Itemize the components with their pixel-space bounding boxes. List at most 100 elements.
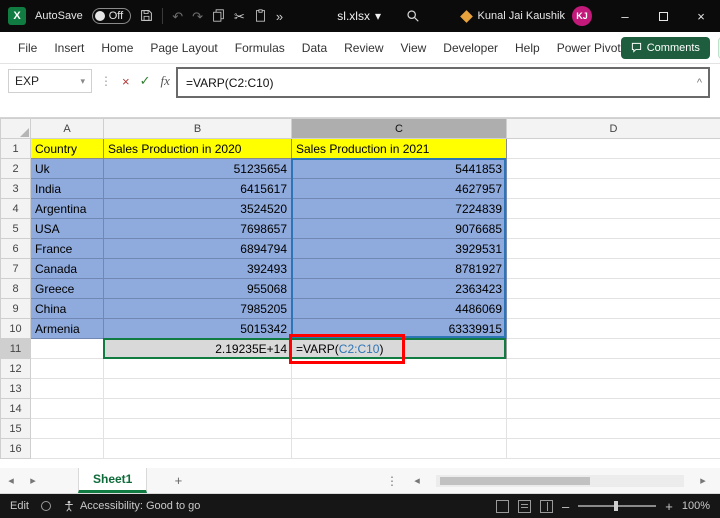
tab-power-pivot[interactable]: Power Pivot xyxy=(557,41,621,55)
cell[interactable] xyxy=(291,418,507,439)
macro-record-icon[interactable] xyxy=(40,501,51,511)
row-header[interactable]: 9 xyxy=(0,298,31,319)
row-header[interactable]: 15 xyxy=(0,418,31,439)
accessibility-status[interactable]: Accessibility: Good to go xyxy=(63,500,200,512)
horizontal-scrollbar[interactable] xyxy=(436,474,684,487)
cell-sales-2021[interactable]: 4627957 xyxy=(291,178,507,199)
insert-function-button[interactable]: fx xyxy=(161,73,170,89)
copy-icon[interactable] xyxy=(212,8,225,24)
cell[interactable] xyxy=(506,198,720,219)
cell[interactable] xyxy=(506,358,720,379)
enter-entry-button[interactable]: ✓ xyxy=(140,73,151,89)
cell[interactable] xyxy=(103,398,292,419)
row-header[interactable]: 12 xyxy=(0,358,31,379)
cell[interactable] xyxy=(506,138,720,159)
cell[interactable] xyxy=(506,158,720,179)
tab-review[interactable]: Review xyxy=(344,41,383,55)
tab-formulas[interactable]: Formulas xyxy=(235,41,285,55)
cut-icon[interactable]: ✂ xyxy=(234,10,245,23)
tab-data[interactable]: Data xyxy=(302,41,327,55)
cell-country[interactable]: USA xyxy=(30,218,104,239)
document-title[interactable]: sl.xlsx ▾ xyxy=(337,9,381,23)
cell-sales-2020[interactable]: 392493 xyxy=(103,258,292,279)
cell-country[interactable]: China xyxy=(30,298,104,319)
cell-sales-2020-header[interactable]: Sales Production in 2020 xyxy=(103,138,292,159)
cell-sales-2020[interactable]: 6894794 xyxy=(103,238,292,259)
cell-country[interactable]: Armenia xyxy=(30,318,104,339)
cell-sales-2021[interactable]: 7224839 xyxy=(291,198,507,219)
cell[interactable] xyxy=(506,218,720,239)
zoom-in-button[interactable]: + xyxy=(665,499,673,514)
tab-page-layout[interactable]: Page Layout xyxy=(150,41,217,55)
cell-sales-2021[interactable]: 3929531 xyxy=(291,238,507,259)
cell-sales-2020[interactable]: 955068 xyxy=(103,278,292,299)
cell-sales-2021[interactable]: 9076685 xyxy=(291,218,507,239)
cell-sales-2020[interactable]: 7698657 xyxy=(103,218,292,239)
cell[interactable] xyxy=(30,438,104,459)
horizontal-scrollbar-thumb[interactable] xyxy=(440,476,590,485)
cell[interactable] xyxy=(291,398,507,419)
sheet-tab-sheet1[interactable]: Sheet1 xyxy=(78,468,148,493)
collapse-formula-bar-icon[interactable]: ^ xyxy=(697,77,702,89)
close-button[interactable]: × xyxy=(682,0,720,32)
column-header-b[interactable]: B xyxy=(103,118,292,139)
tab-view[interactable]: View xyxy=(401,41,427,55)
row-header[interactable]: 3 xyxy=(0,178,31,199)
row-header[interactable]: 7 xyxy=(0,258,31,279)
drag-handle-icon[interactable]: ⋮ xyxy=(100,74,112,88)
row-header[interactable]: 1 xyxy=(0,138,31,159)
hscroll-left-icon[interactable]: ◂ xyxy=(406,474,428,487)
cell[interactable] xyxy=(291,378,507,399)
cell[interactable] xyxy=(30,358,104,379)
row-header[interactable]: 14 xyxy=(0,398,31,419)
zoom-slider-thumb[interactable] xyxy=(614,501,619,511)
cell[interactable] xyxy=(103,438,292,459)
user-avatar[interactable]: KJ xyxy=(572,6,592,26)
cell[interactable] xyxy=(506,318,720,339)
paste-icon[interactable] xyxy=(254,8,267,24)
row-header[interactable]: 16 xyxy=(0,438,31,459)
cell[interactable] xyxy=(506,258,720,279)
name-box[interactable]: EXP ▾ xyxy=(8,69,92,93)
cell[interactable] xyxy=(291,358,507,379)
cell-sales-2020[interactable]: 7985205 xyxy=(103,298,292,319)
cancel-entry-button[interactable]: × xyxy=(122,74,130,89)
maximize-button[interactable] xyxy=(644,0,682,32)
cell-sales-2021[interactable]: 8781927 xyxy=(291,258,507,279)
search-icon[interactable] xyxy=(406,9,420,23)
column-header-a[interactable]: A xyxy=(30,118,104,139)
cell-sales-2020[interactable]: 51235654 xyxy=(103,158,292,179)
cell-country[interactable]: Argentina xyxy=(30,198,104,219)
tab-home[interactable]: Home xyxy=(101,41,133,55)
row-header[interactable]: 6 xyxy=(0,238,31,259)
zoom-level[interactable]: 100% xyxy=(682,500,710,512)
cell-sales-2020[interactable]: 6415617 xyxy=(103,178,292,199)
sheet-nav-right-icon[interactable]: ▸ xyxy=(22,474,44,487)
cell[interactable] xyxy=(30,378,104,399)
cell-country[interactable]: India xyxy=(30,178,104,199)
cell[interactable] xyxy=(103,378,292,399)
redo-icon[interactable]: ↷ xyxy=(192,10,203,23)
cell[interactable] xyxy=(506,278,720,299)
toolbar-overflow-icon[interactable]: » xyxy=(276,10,283,23)
minimize-button[interactable]: – xyxy=(606,0,644,32)
sheet-nav-left-icon[interactable]: ◂ xyxy=(0,474,22,487)
cell[interactable] xyxy=(506,178,720,199)
row-header[interactable]: 8 xyxy=(0,278,31,299)
tab-help[interactable]: Help xyxy=(515,41,540,55)
cell-country[interactable]: Uk xyxy=(30,158,104,179)
tab-file[interactable]: File xyxy=(18,41,37,55)
cell-country[interactable]: Canada xyxy=(30,258,104,279)
select-all-corner[interactable] xyxy=(0,118,31,139)
undo-icon[interactable]: ↶ xyxy=(172,10,183,23)
formula-input[interactable]: =VARP(C2:C10) ^ xyxy=(176,67,710,98)
cell-country-header[interactable]: Country xyxy=(30,138,104,159)
cell[interactable] xyxy=(103,418,292,439)
cell-b11-result[interactable]: 2.19235E+14 xyxy=(103,338,292,359)
row-header[interactable]: 10 xyxy=(0,318,31,339)
cell-country[interactable]: Greece xyxy=(30,278,104,299)
cell[interactable] xyxy=(30,418,104,439)
column-header-c[interactable]: C xyxy=(291,118,507,139)
autosave-toggle[interactable]: Off xyxy=(91,8,132,24)
zoom-slider[interactable] xyxy=(578,501,657,511)
